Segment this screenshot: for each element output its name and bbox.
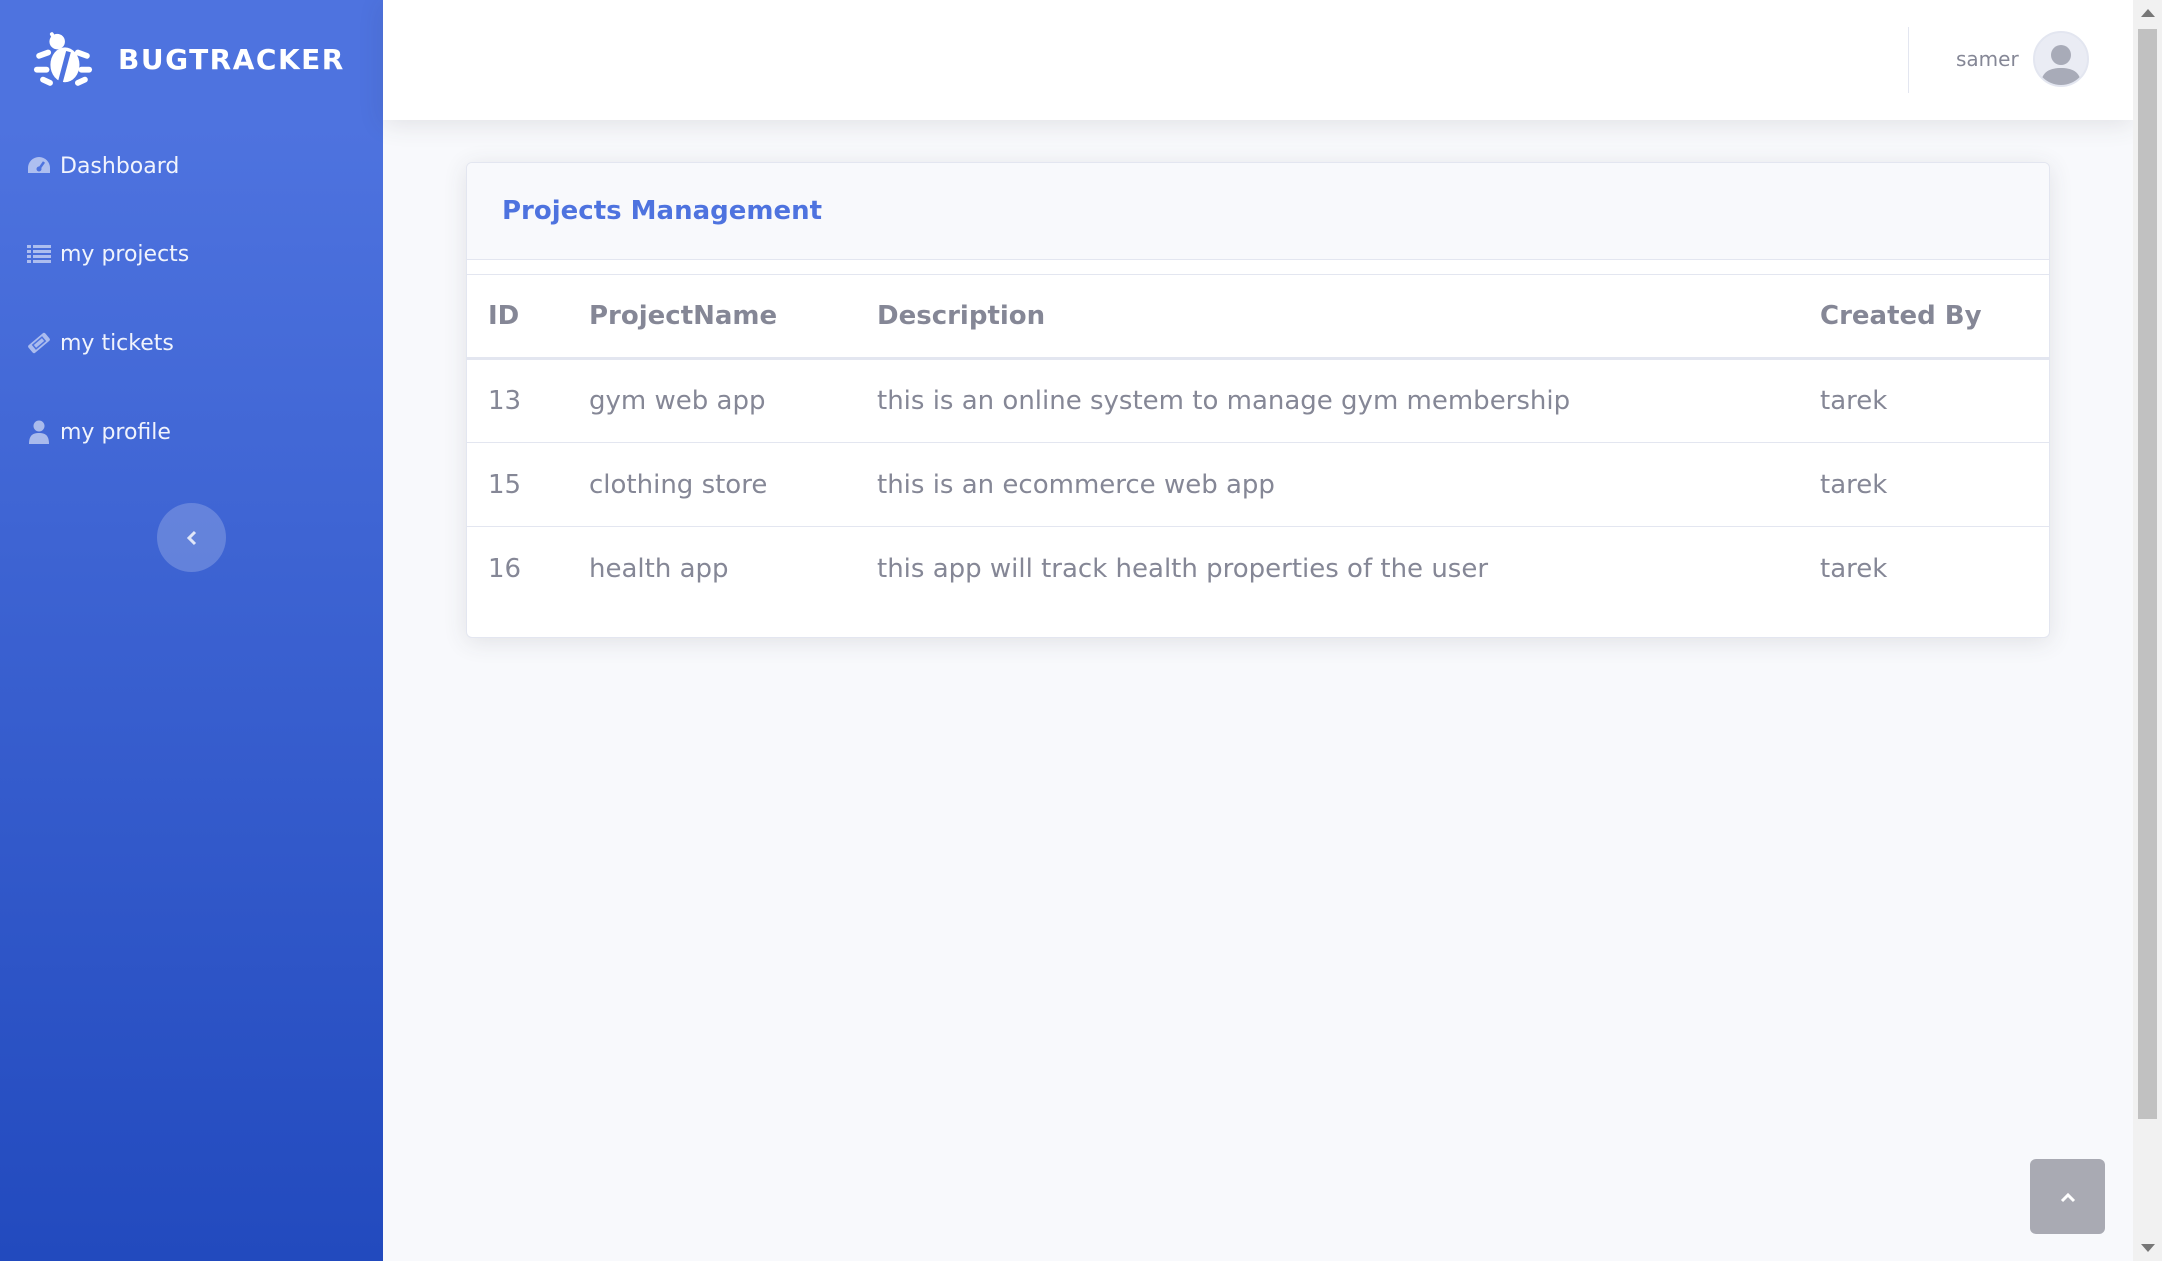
- column-header-id: ID: [467, 274, 589, 360]
- user-avatar-icon: [2040, 45, 2081, 85]
- user-dropdown[interactable]: samer: [1956, 31, 2089, 87]
- sidebar-toggle-button[interactable]: [157, 503, 226, 572]
- scroll-to-top-button[interactable]: [2030, 1159, 2105, 1234]
- column-header-projectname: ProjectName: [589, 274, 877, 360]
- tachometer-icon: [26, 153, 52, 179]
- sidebar-item-my-projects[interactable]: my projects: [26, 234, 189, 274]
- sidebar-item-label: Dashboard: [60, 153, 180, 179]
- cell-id: 15: [467, 442, 589, 527]
- column-header-description: Description: [877, 274, 1820, 360]
- chevron-up-icon: [2060, 1192, 2075, 1202]
- cell-created-by: tarek: [1820, 553, 1888, 584]
- sidebar-item-label: my tickets: [60, 330, 174, 356]
- table-row[interactable]: 13 gym web app this is an online system …: [467, 358, 2049, 443]
- chevron-left-icon: [186, 530, 196, 545]
- column-header-created-by: Created By: [1820, 274, 2049, 360]
- username: samer: [1956, 47, 2019, 71]
- cell-project-name: gym web app: [589, 358, 877, 443]
- ticket-icon: [26, 330, 52, 356]
- cell-description: this app will track health properties of…: [877, 553, 1489, 584]
- sidebar-item-label: my profile: [60, 419, 171, 445]
- brand-name: BUGTRACKER: [118, 42, 345, 76]
- topbar-divider: [1908, 27, 1909, 93]
- sidebar: BUGTRACKER Dashboard my projects my tick…: [0, 0, 383, 1261]
- card-header: Projects Management: [467, 163, 2049, 260]
- sidebar-item-my-profile[interactable]: my profile: [26, 412, 171, 452]
- user-icon: [26, 419, 52, 445]
- scroll-up-arrow-icon[interactable]: [2141, 9, 2155, 17]
- scrollbar-thumb[interactable]: [2138, 29, 2157, 1119]
- cell-created-by: tarek: [1820, 442, 2049, 527]
- brand-link[interactable]: BUGTRACKER: [32, 28, 345, 90]
- projects-table: ID ProjectName Description Created By 13…: [467, 274, 2049, 611]
- cell-id: 13: [467, 358, 589, 443]
- sidebar-item-my-tickets[interactable]: my tickets: [26, 323, 174, 363]
- list-icon: [26, 241, 52, 267]
- scroll-down-arrow-icon[interactable]: [2141, 1244, 2155, 1252]
- avatar: [2032, 31, 2089, 87]
- topbar: samer: [383, 0, 2133, 120]
- cell-created-by: tarek: [1820, 358, 2049, 443]
- sidebar-item-dashboard[interactable]: Dashboard: [26, 146, 179, 186]
- card-title: Projects Management: [502, 196, 823, 226]
- cell-project-name: health app: [589, 553, 729, 584]
- cell-id: 16: [488, 553, 522, 584]
- window-scrollbar[interactable]: [2133, 0, 2162, 1261]
- table-row[interactable]: 16 health app this app will track health…: [467, 527, 2049, 611]
- sidebar-item-label: my projects: [60, 241, 190, 267]
- cell-description: this is an online system to manage gym m…: [877, 358, 1820, 443]
- table-header-row: ID ProjectName Description Created By: [467, 274, 2049, 360]
- cell-description: this is an ecommerce web app: [877, 442, 1820, 527]
- cell-project-name: clothing store: [589, 442, 877, 527]
- projects-card: Projects Management ID ProjectName Descr…: [466, 162, 2050, 638]
- bug-icon: [33, 32, 93, 86]
- table-row[interactable]: 15 clothing store this is an ecommerce w…: [467, 442, 2049, 527]
